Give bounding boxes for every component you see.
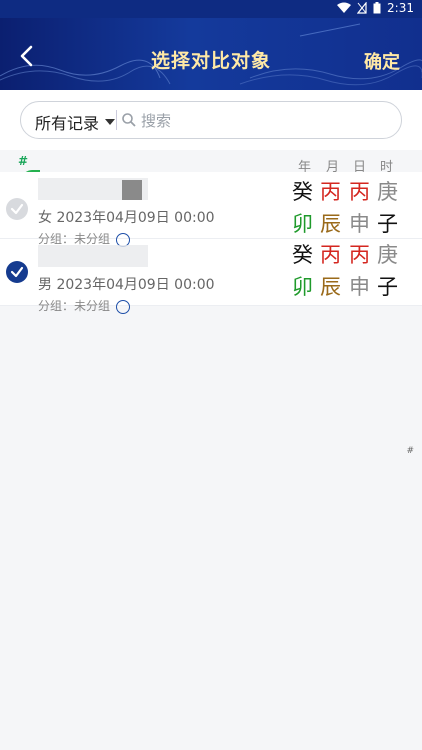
app-header: 选择对比对象 确定 [0, 18, 422, 90]
year-branch: 卯 [292, 275, 313, 299]
record-birth-date: 女 2023年04月09日 00:00 [38, 210, 215, 226]
hour-branch: 子 [377, 212, 398, 236]
caret-down-icon [105, 119, 116, 125]
year-stem: 癸 [292, 180, 313, 204]
group-icon [116, 299, 131, 314]
hour-stem: 庚 [377, 180, 398, 204]
day-branch: 申 [349, 275, 370, 299]
search-area: 所有记录 [0, 90, 422, 150]
signal-off-icon [357, 2, 367, 14]
list-item[interactable]: 男 2023年04月09日 00:00 分组：未分组 癸 丙 丙 庚 卯 辰 申… [0, 239, 422, 314]
month-branch: 辰 [320, 212, 341, 236]
list-item[interactable]: 女 2023年04月09日 00:00 分组：未分组 癸 丙 丙 庚 卯 辰 申… [0, 172, 422, 247]
redacted-name [38, 245, 148, 267]
record-filter-dropdown[interactable]: 所有记录 [35, 110, 116, 134]
status-bar: 2:31 [0, 0, 422, 18]
side-index-hash[interactable]: # [406, 446, 414, 456]
year-stem: 癸 [292, 243, 313, 267]
month-stem: 丙 [320, 243, 341, 267]
hour-stem: 庚 [377, 243, 398, 267]
year-branch: 卯 [292, 212, 313, 236]
battery-icon [373, 2, 381, 14]
day-stem: 丙 [349, 180, 370, 204]
unchecked-icon[interactable] [6, 198, 28, 220]
record-birth-date: 男 2023年04月09日 00:00 [38, 277, 215, 293]
checked-icon[interactable] [6, 261, 28, 283]
search-divider [116, 110, 117, 130]
hour-branch: 子 [377, 275, 398, 299]
status-icons: 2:31 [337, 1, 414, 15]
status-time: 2:31 [387, 1, 414, 15]
month-branch: 辰 [320, 275, 341, 299]
search-bar: 所有记录 [20, 101, 402, 139]
record-group-label: 分组：未分组 [38, 299, 111, 313]
search-input[interactable] [139, 108, 393, 134]
month-stem: 丙 [320, 180, 341, 204]
confirm-button[interactable]: 确定 [364, 48, 400, 74]
index-hash-label: # [18, 154, 29, 168]
day-branch: 申 [349, 212, 370, 236]
wifi-icon [337, 2, 352, 13]
avatar [122, 180, 142, 200]
day-stem: 丙 [349, 243, 370, 267]
record-group: 分组：未分组 [38, 297, 131, 314]
search-icon [122, 113, 136, 127]
record-filter-label: 所有记录 [35, 114, 100, 133]
record-list: 女 2023年04月09日 00:00 分组：未分组 癸 丙 丙 庚 卯 辰 申… [0, 172, 422, 314]
page-title: 选择对比对象 [150, 50, 271, 72]
